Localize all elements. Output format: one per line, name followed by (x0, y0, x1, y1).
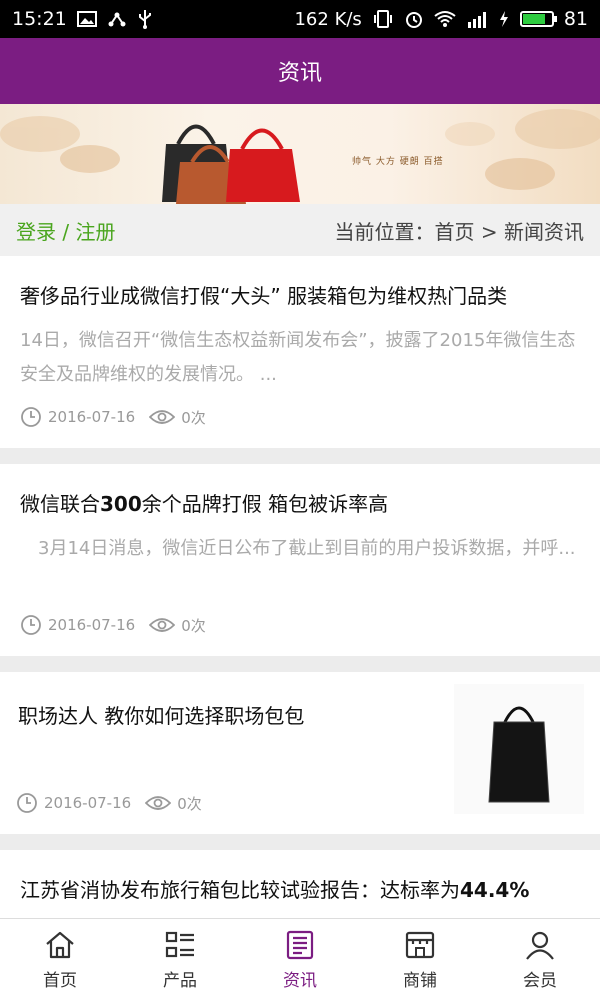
bag-illustration (488, 706, 550, 803)
page-header: 资讯 (0, 38, 600, 104)
list-item[interactable]: 微信联合300余个品牌打假 箱包被诉率高 3月14日消息，微信近日公布了截止到目… (0, 464, 600, 656)
list-icon (165, 931, 194, 957)
article-title[interactable]: 职场达人 教你如何选择职场包包 (18, 700, 304, 729)
eye-icon (149, 616, 176, 634)
article-date: 2016-07-16 (48, 616, 136, 634)
nav-home[interactable]: 首页 (0, 919, 120, 1001)
banner-tagline: 帅气 大方 硬朗 百搭 (352, 157, 444, 167)
nav-label: 商铺 (403, 970, 437, 991)
vibrate-icon (372, 10, 394, 28)
clock: 15:21 (12, 8, 67, 30)
home-icon (46, 931, 74, 958)
article-views: 0次 (181, 616, 206, 635)
article-meta: 2016-07-16 0次 (20, 614, 206, 636)
article-title[interactable]: 奢侈品行业成微信打假“大头” 服装箱包为维权热门品类 (20, 280, 507, 309)
wifi-icon (434, 10, 456, 28)
news-icon (286, 930, 314, 959)
eye-icon (145, 794, 172, 812)
article-views: 0次 (181, 408, 206, 427)
article-title[interactable]: 江苏省消协发布旅行箱包比较试验报告：达标率为44.4% (20, 874, 529, 903)
battery-icon (519, 11, 557, 27)
user-icon (526, 931, 554, 960)
article-views: 0次 (177, 794, 202, 813)
store-icon (405, 931, 435, 958)
page-title: 资讯 (277, 61, 322, 86)
network-speed: 162 K/s (294, 8, 362, 30)
nav-label: 首页 (43, 970, 77, 991)
eye-icon (149, 408, 176, 426)
article-summary: 14日，微信召开“微信生态权益新闻发布会”，披露了2015年微信生态安全及品牌维… (20, 330, 576, 385)
bottom-nav: 首页 产品 资讯 商铺 会员 (0, 918, 600, 1001)
alarm-icon (404, 9, 424, 29)
battery-percent: 81 (563, 8, 588, 30)
nav-label: 产品 (163, 970, 197, 991)
banner-illustration (0, 109, 600, 204)
signal-icon (466, 10, 488, 28)
list-item[interactable]: 江苏省消协发布旅行箱包比较试验报告：达标率为44.4% (0, 850, 600, 918)
list-item[interactable]: 职场达人 教你如何选择职场包包 2016-07-16 0次 (0, 672, 600, 834)
nav-label: 会员 (523, 970, 557, 991)
breadcrumb-bar: 登录 / 注册 当前位置：首页 > 新闻资讯 (0, 204, 600, 256)
nav-products[interactable]: 产品 (120, 919, 240, 1001)
article-meta: 2016-07-16 0次 (20, 406, 206, 428)
clock-icon (16, 792, 38, 814)
breadcrumb: 当前位置：首页 > 新闻资讯 (334, 219, 584, 244)
nav-store[interactable]: 商铺 (360, 919, 480, 1001)
article-title[interactable]: 微信联合300余个品牌打假 箱包被诉率高 (20, 488, 388, 517)
usb-icon (137, 9, 153, 29)
article-thumbnail[interactable] (454, 684, 584, 814)
article-meta: 2016-07-16 0次 (16, 792, 202, 814)
charging-icon (498, 10, 510, 28)
login-register-link[interactable]: 登录 / 注册 (16, 216, 115, 245)
battery-level (522, 14, 546, 24)
status-bar: 15:21 162 K/s 81 (0, 0, 600, 38)
nav-member[interactable]: 会员 (480, 919, 600, 1001)
article-summary: 3月14日消息，微信近日公布了截止到目前的用户投诉数据，并呼... (20, 538, 576, 559)
clock-icon (20, 406, 42, 428)
image-icon (76, 11, 97, 27)
article-date: 2016-07-16 (44, 794, 132, 812)
clock-icon (20, 614, 42, 636)
share-icon (107, 10, 127, 28)
list-item[interactable]: 奢侈品行业成微信打假“大头” 服装箱包为维权热门品类 14日，微信召开“微信生态… (0, 256, 600, 448)
banner-image[interactable]: 帅气 大方 硬朗 百搭 (0, 104, 600, 204)
article-date: 2016-07-16 (48, 408, 136, 426)
nav-news[interactable]: 资讯 (240, 919, 360, 1001)
nav-label: 资讯 (283, 970, 317, 991)
